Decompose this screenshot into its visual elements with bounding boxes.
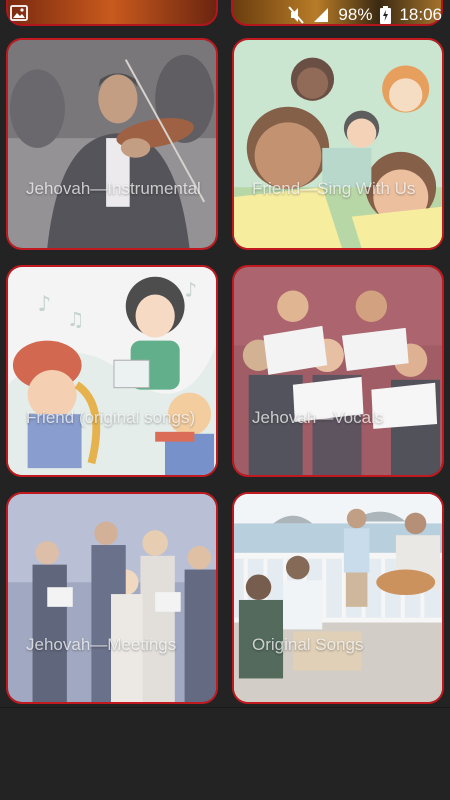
tile-jehovah-meetings[interactable]: Jehovah—Meetings	[6, 492, 218, 704]
tile-label: Jehovah—Vocals	[252, 408, 384, 427]
tile-label: Friend—Sing With Us	[252, 179, 416, 198]
tile-friend-sing-with-us[interactable]: Friend—Sing With Us	[232, 38, 444, 250]
tile-friend-original-songs[interactable]: ♪ ♫ ♪ Friend (original songs)	[6, 265, 218, 477]
tile-jehovah-instrumental[interactable]: Jehovah—Instrumental	[6, 38, 218, 250]
mute-icon	[288, 6, 305, 24]
signal-icon	[312, 6, 330, 24]
bottom-divider	[0, 707, 450, 708]
tile-jehovah-vocals[interactable]: Jehovah—Vocals	[232, 265, 444, 477]
tile-label: Friend (original songs)	[26, 408, 196, 427]
tile-label: Jehovah—Instrumental	[26, 179, 201, 198]
category-grid: Jehovah—Instrumental Friend—Sing With Us	[6, 38, 444, 704]
gallery-notification-icon	[10, 4, 28, 26]
tile-label: Jehovah—Meetings	[26, 635, 177, 654]
tile-label: Original Songs	[252, 635, 364, 654]
status-bar: 98% 18:06	[0, 0, 450, 30]
battery-icon	[380, 6, 392, 24]
clock: 18:06	[399, 5, 442, 24]
tile-original-songs[interactable]: Original Songs	[232, 492, 444, 704]
battery-percent: 98%	[338, 5, 373, 24]
